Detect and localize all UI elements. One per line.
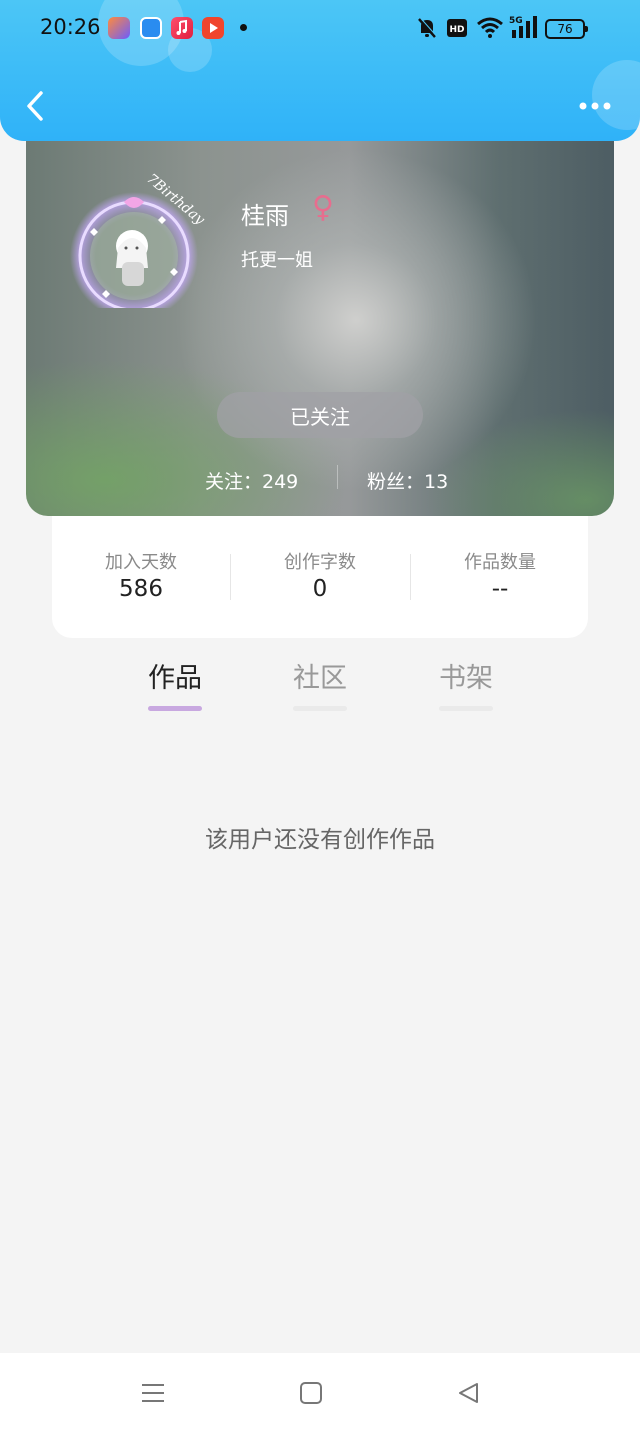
wifi-icon bbox=[477, 17, 503, 38]
tab-community[interactable]: 社区 bbox=[280, 656, 360, 695]
tab-works-underline bbox=[148, 706, 202, 711]
stat-label: 创作字数 bbox=[284, 552, 356, 573]
svg-text:HD: HD bbox=[449, 25, 464, 35]
stat-value: 586 bbox=[119, 576, 163, 602]
svg-text:5G: 5G bbox=[509, 16, 523, 26]
female-gender-icon: ♀ bbox=[312, 190, 334, 225]
notification-dot bbox=[240, 24, 247, 31]
music-app-icon bbox=[171, 17, 193, 39]
browser-app-icon bbox=[140, 17, 162, 39]
top-header: 20:26 HD 5G 76 bbox=[0, 0, 640, 141]
followers-count[interactable]: 粉丝：13 bbox=[367, 467, 448, 494]
stat-word-count: 创作字数 0 bbox=[231, 548, 409, 602]
bio-text: 托更一姐 bbox=[241, 250, 313, 271]
tab-bookshelf[interactable]: 书架 bbox=[426, 656, 506, 695]
stat-divider bbox=[337, 465, 338, 489]
follow-button[interactable]: 已关注 bbox=[217, 392, 423, 438]
stat-join-days: 加入天数 586 bbox=[52, 548, 230, 602]
profile-card: 7Birthday 桂雨 ♀ 托更一姐 已关注 关注：249 粉丝：13 bbox=[26, 120, 614, 516]
username: 桂雨 bbox=[241, 202, 289, 230]
tab-works[interactable]: 作品 bbox=[135, 656, 215, 695]
back-triangle-icon[interactable] bbox=[455, 1379, 483, 1407]
stat-label: 作品数量 bbox=[464, 552, 536, 573]
battery-icon: 76 bbox=[545, 19, 588, 39]
stat-value: 0 bbox=[312, 576, 328, 602]
tab-bookshelf-underline bbox=[439, 706, 493, 711]
stats-card: 加入天数 586 创作字数 0 作品数量 -- bbox=[52, 516, 588, 638]
empty-state-message: 该用户还没有创作作品 bbox=[205, 827, 435, 853]
video-app-icon bbox=[202, 17, 224, 39]
shortcut-app-icon bbox=[108, 17, 130, 39]
5g-signal-icon: 5G bbox=[509, 16, 537, 38]
menu-icon[interactable] bbox=[139, 1379, 167, 1407]
stat-label: 加入天数 bbox=[105, 552, 177, 573]
avatar[interactable]: 7Birthday bbox=[66, 158, 206, 308]
tab-community-underline bbox=[293, 706, 347, 711]
status-time: 20:26 bbox=[40, 15, 101, 39]
stat-value: -- bbox=[491, 576, 509, 602]
hd-icon: HD bbox=[447, 19, 467, 37]
home-icon[interactable] bbox=[297, 1379, 325, 1407]
more-dots-icon[interactable] bbox=[578, 95, 612, 117]
chevron-left-icon[interactable] bbox=[20, 88, 50, 124]
mute-icon bbox=[418, 17, 437, 38]
stat-works-count: 作品数量 -- bbox=[411, 548, 589, 602]
following-count[interactable]: 关注：249 bbox=[205, 467, 298, 494]
system-nav-bar bbox=[0, 1353, 640, 1433]
